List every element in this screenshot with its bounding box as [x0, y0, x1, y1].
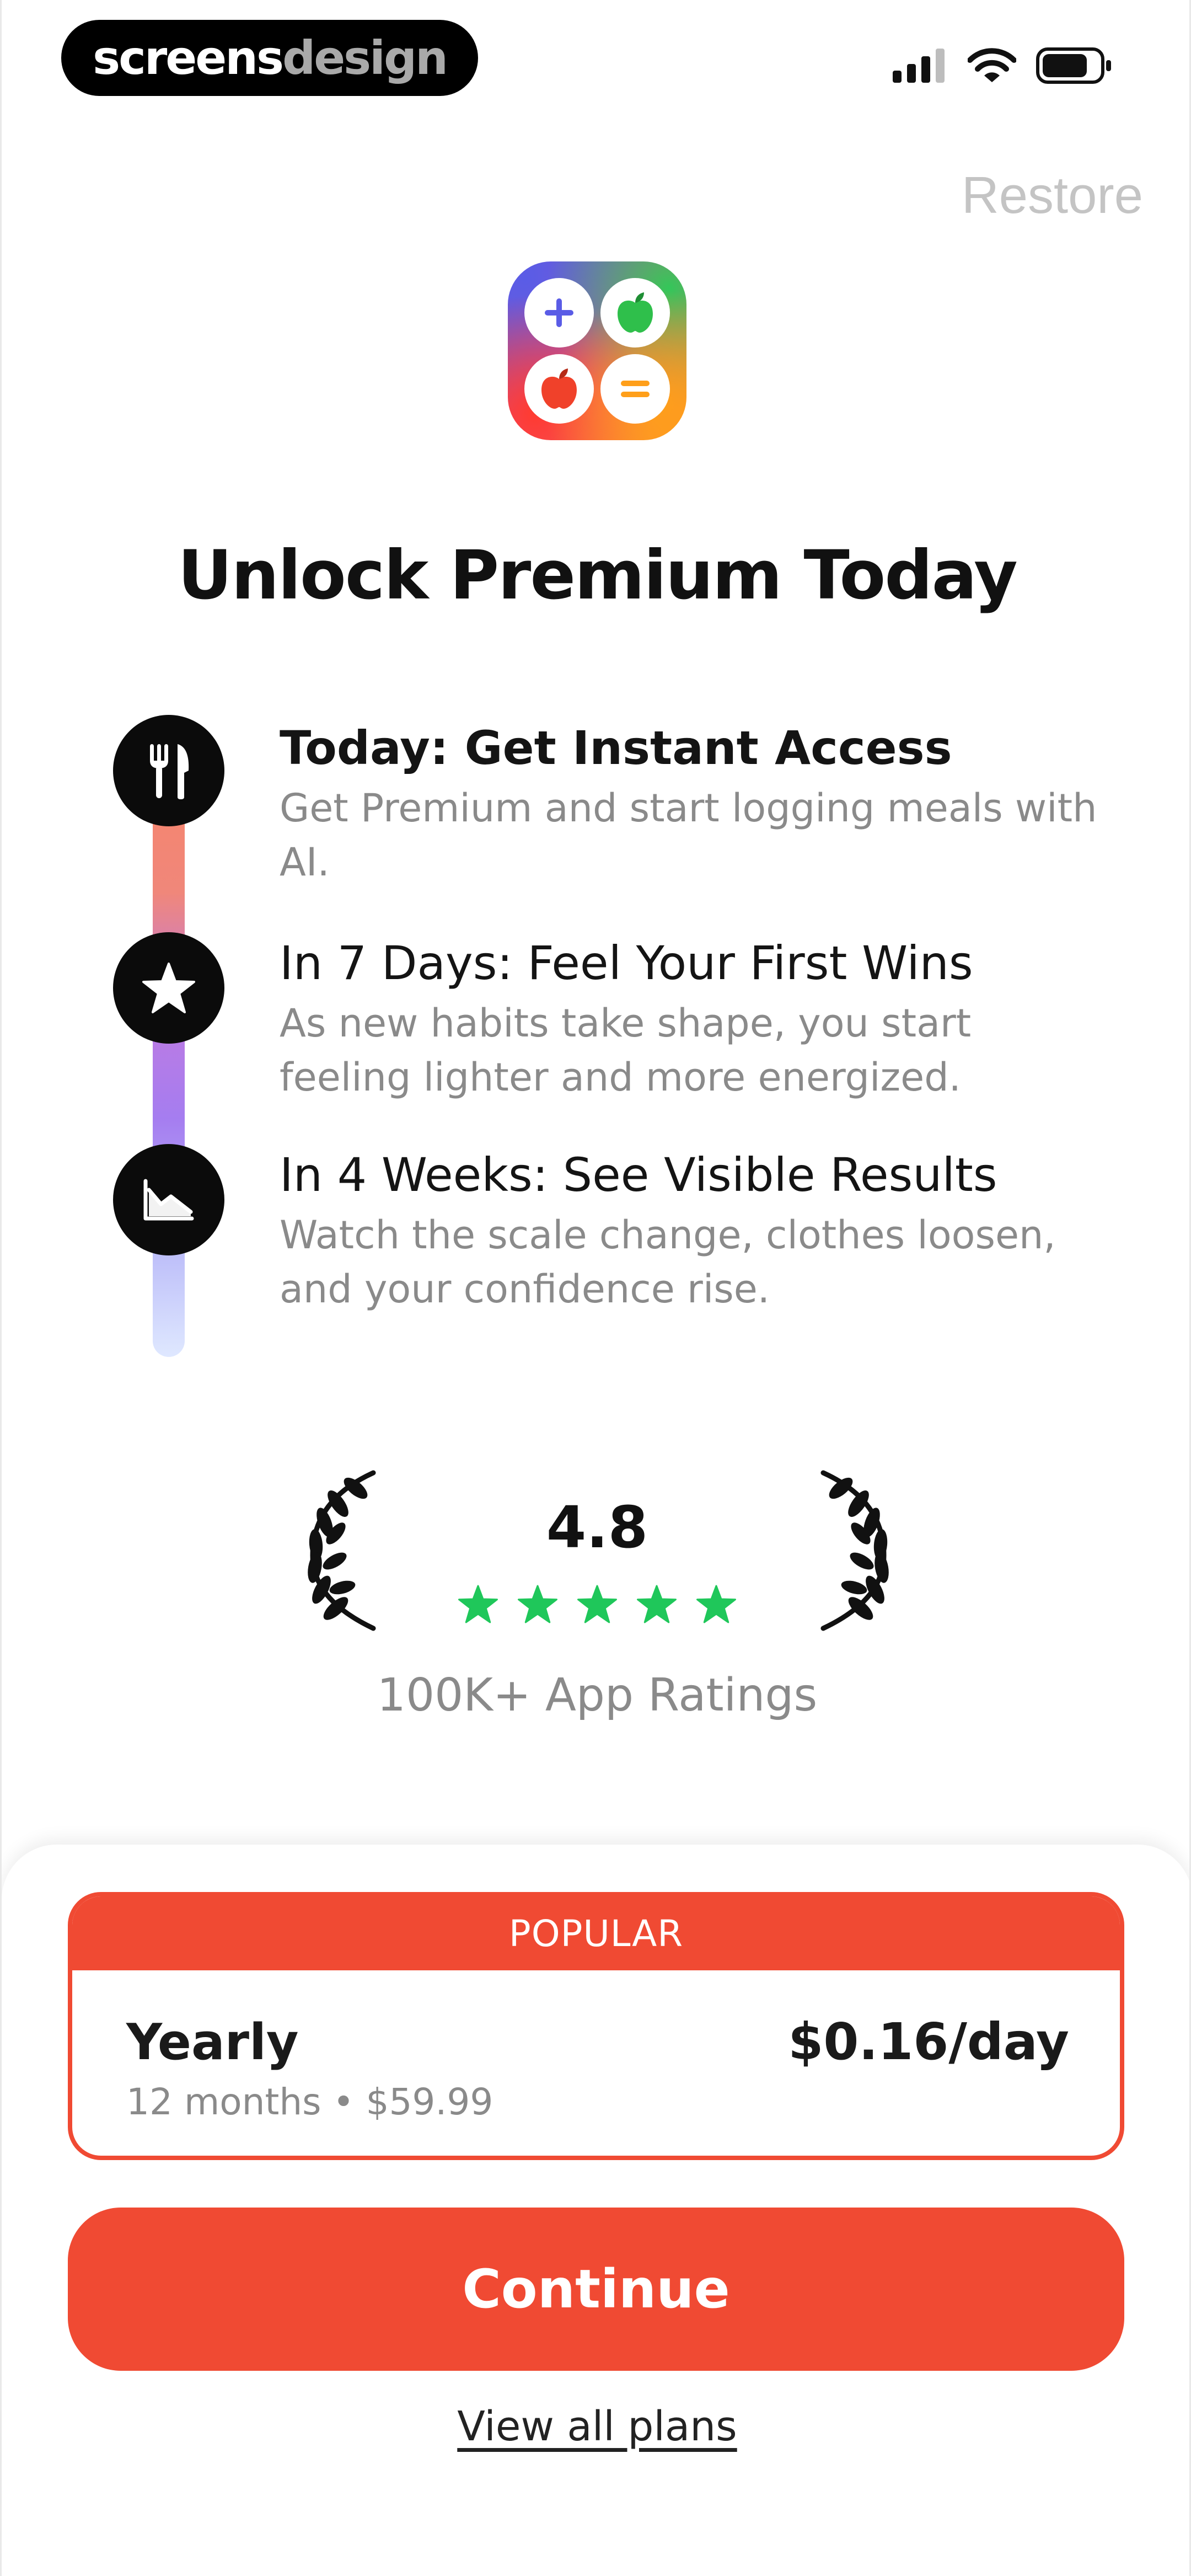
rating-star-icon [518, 1585, 557, 1623]
plan-detail: 12 months • $59.99 [126, 2081, 493, 2123]
brand-watermark: screens design [61, 20, 478, 96]
paywall-screen: screens design Restore Unlock Premium To… [0, 0, 1191, 2576]
continue-button[interactable]: Continue [68, 2208, 1124, 2371]
page-title: Unlock Premium Today [178, 536, 1017, 614]
rating-star-icon [696, 1585, 736, 1623]
trend-down-chart-icon [143, 1179, 194, 1221]
green-apple-icon [600, 278, 670, 348]
view-all-plans-link[interactable]: View all plans [2, 2403, 1189, 2450]
plan-option-yearly[interactable]: POPULAR Yearly 12 months • $59.99 $0.16/… [68, 1892, 1124, 2160]
equals-icon [600, 354, 670, 424]
timeline-step-4-weeks: In 4 Weeks: See Visible Results Watch th… [280, 1145, 1107, 1316]
cellular-signal-icon [893, 49, 945, 83]
rating-star-icon [577, 1585, 617, 1623]
red-apple-icon [524, 354, 594, 424]
step-description: As new habits take shape, you start feel… [280, 1001, 972, 1100]
restore-button[interactable]: Restore [962, 165, 1143, 225]
status-bar-icons [893, 46, 1113, 85]
timeline-node-today [113, 715, 224, 826]
rating-star-icon [458, 1585, 498, 1623]
step-title: Today: Get Instant Access [280, 721, 952, 775]
popular-badge: POPULAR [72, 1896, 1120, 1970]
fork-knife-icon [150, 744, 189, 799]
rating-value: 4.8 [546, 1494, 648, 1561]
timeline-node-7-days [113, 932, 224, 1044]
timeline-step-7-days: In 7 Days: Feel Your First Wins As new h… [280, 933, 1107, 1104]
calculator-apple-app-icon [508, 261, 686, 440]
step-description: Get Premium and start logging meals with… [280, 785, 1097, 885]
plan-price: $0.16/day [788, 2012, 1069, 2071]
star-icon [142, 963, 195, 1013]
step-title: In 4 Weeks: See Visible Results [280, 1148, 997, 1202]
ratings-count-label: 100K+ App Ratings [377, 1669, 818, 1722]
timeline-step-today: Today: Get Instant Access Get Premium an… [280, 718, 1107, 889]
timeline-node-4-weeks [113, 1144, 224, 1255]
rating-star-icon [637, 1585, 677, 1623]
timeline-progress-track [153, 761, 185, 1357]
battery-icon [1036, 47, 1111, 84]
plus-icon [524, 278, 594, 348]
step-title: In 7 Days: Feel Your First Wins [280, 936, 973, 990]
brand-text-secondary: design [282, 31, 448, 85]
plan-name: Yearly [126, 2013, 299, 2071]
step-description: Watch the scale change, clothes loosen, … [280, 1212, 1056, 1312]
wifi-icon [968, 48, 1016, 82]
brand-text-primary: screens [93, 31, 284, 85]
rating-stars [2, 1584, 1189, 1624]
